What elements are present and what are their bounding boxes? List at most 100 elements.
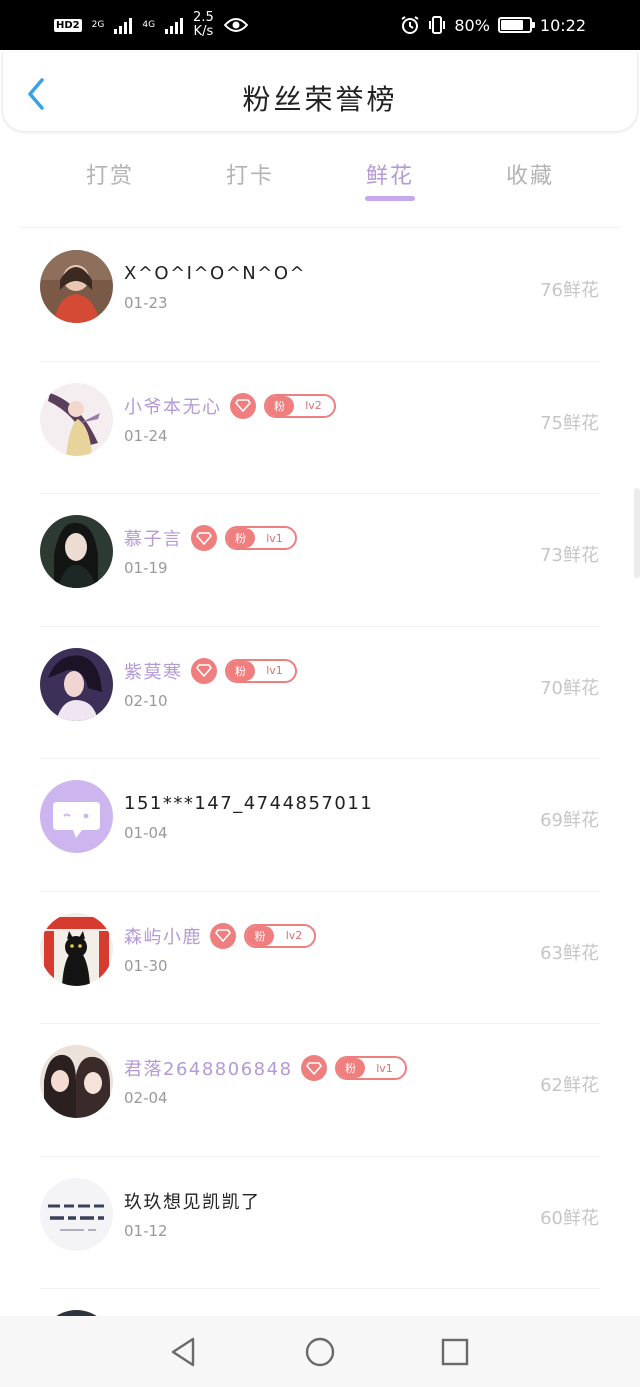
date: 01-19 [124,559,168,577]
flower-count: 63鲜花 [540,942,599,964]
diamond-icon [210,922,236,949]
scrollbar[interactable] [634,488,640,578]
flower-count: 75鲜花 [540,412,599,434]
triangle-back-icon [171,1337,195,1367]
avatar [40,647,113,721]
fan-level-badge: 粉 lv2 [244,923,316,948]
avatar [40,780,113,853]
avatar [40,1177,113,1251]
date: 01-12 [124,1221,168,1240]
tab-favorites[interactable]: 收藏 [470,158,590,190]
fan-level: lv1 [266,531,283,545]
battery-fill [500,20,524,30]
name-line: 君落2648806848 粉 lv1 [124,1054,407,1082]
eye-icon [223,18,248,32]
user-name: 慕子言 [124,529,183,550]
user-name: 玖玖想见凯凯了 [124,1191,261,1213]
fan-level: lv1 [266,664,283,677]
list-item[interactable]: 玖玖想见凯凯了 01-12 60鲜花 [0,1157,640,1289]
fan-badge-label: 粉 [226,660,255,681]
name-line: 玖玖想见凯凯了 [124,1187,261,1215]
signal-icon-2 [165,16,184,34]
flower-count: 76鲜花 [540,280,599,301]
status-left: HD2 2G 4G 2.5 K/s [54,0,248,50]
system-nav-bar [0,1316,640,1387]
circle-home-icon [305,1337,335,1367]
square-recents-icon [441,1338,469,1366]
name-line: 森屿小鹿 粉 lv2 [124,922,316,950]
avatar [40,912,113,986]
tab-bar: 打赏 打卡 鲜花 收藏 [0,140,640,206]
list-item[interactable]: 紫莫寒 粉 lv1 02-10 70鲜花 [0,627,640,759]
fan-level-badge: 粉 lv1 [334,1056,407,1080]
battery-percent: 80% [454,15,490,35]
user-name: 小爷本无心 [124,396,222,418]
nav-back-button[interactable] [166,1335,200,1369]
list-item[interactable]: 君落2648806848 粉 lv1 02-04 62鲜花 [0,1024,640,1157]
net-speed-value: 2.5 [193,10,214,25]
hd-badge: HD2 [54,18,82,32]
date: 01-04 [124,824,168,842]
name-line: 慕子言 粉 lv1 [124,524,297,552]
avatar [40,515,113,588]
name-line: 紫莫寒 粉 lv1 [124,657,297,685]
list-item[interactable]: X^O^I^O^N^O^ 01-23 76鲜花 [0,229,640,362]
status-right: 80% 10:22 [400,0,586,50]
nav-home-button[interactable] [303,1335,337,1369]
name-line: 151***147_4744857011 [124,789,373,817]
date: 01-23 [124,294,168,312]
battery-icon [497,17,535,33]
list-item[interactable]: 小爷本无心 粉 lv2 01-24 75鲜花 [0,362,640,494]
tab-flowers[interactable]: 鲜花 [330,158,450,190]
hd-sub-label: 2 [72,19,80,31]
ranking-list: X^O^I^O^N^O^ 01-23 76鲜花 小爷本无心 粉 lv2 01-24… [0,229,640,1383]
list-item[interactable]: 森屿小鹿 粉 lv2 01-30 63鲜花 [0,892,640,1024]
date: 01-30 [124,956,168,975]
flower-count: 73鲜花 [540,545,599,566]
fan-badge-label: 粉 [336,1058,365,1078]
avatar [40,1045,113,1118]
user-name: 君落2648806848 [124,1059,293,1080]
avatar [40,382,113,456]
tab-tip[interactable]: 打赏 [50,158,170,190]
diamond-icon [300,1055,327,1081]
fan-level: lv1 [376,1061,393,1075]
fan-level-badge: 粉 lv1 [224,526,297,550]
alarm-icon [401,16,419,34]
diamond-icon [190,657,217,684]
date: 02-04 [124,1089,168,1107]
net-speed: 2.5 K/s [193,11,214,39]
status-bar: HD2 2G 4G 2.5 K/s 80% 10:22 [0,0,640,50]
fan-badge-label: 粉 [246,925,274,946]
active-tab-indicator [365,196,415,201]
flower-count: 62鲜花 [540,1075,599,1096]
clock: 10:22 [539,15,586,35]
fan-level-badge: 粉 lv2 [263,393,336,418]
fan-level-badge: 粉 lv1 [224,658,297,683]
list-item[interactable]: 慕子言 粉 lv1 01-19 73鲜花 [0,494,640,627]
name-line: X^O^I^O^N^O^ [124,259,306,287]
hd-label: HD [56,19,73,31]
list-item[interactable]: 151***147_4744857011 01-04 69鲜花 [0,759,640,892]
user-name: 紫莫寒 [124,661,183,683]
list-item-partial[interactable] [0,1289,640,1383]
flower-count: 60鲜花 [540,1207,599,1229]
fan-badge-label: 粉 [265,395,294,416]
nav-recents-button[interactable] [438,1335,472,1369]
flower-count: 70鲜花 [540,677,599,699]
fan-badge-label: 粉 [226,528,255,548]
signal-icon [114,16,133,34]
vibrate-icon [429,16,446,34]
flower-count: 69鲜花 [540,810,599,831]
user-name: 151***147_4744857011 [124,792,374,814]
tabs-divider [20,227,620,228]
app-header: 粉丝荣誉榜 [2,52,638,132]
tab-checkin[interactable]: 打卡 [190,158,310,190]
date: 01-24 [124,426,168,445]
diamond-icon [229,392,256,419]
fan-level: lv2 [285,929,303,942]
user-name: 森屿小鹿 [124,926,202,948]
name-line: 小爷本无心 粉 lv2 [124,392,336,420]
fan-level: lv2 [305,399,322,412]
network-2g-label: 2G [91,19,105,30]
